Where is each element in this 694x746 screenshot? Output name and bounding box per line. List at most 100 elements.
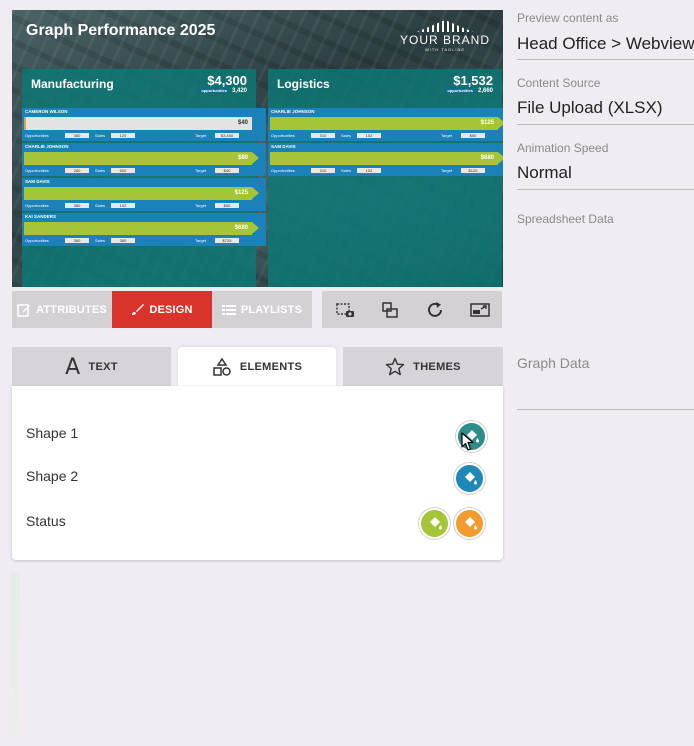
brand-tagline: WITH TAGLINE (424, 47, 466, 52)
animation-speed-label: Animation Speed (517, 141, 609, 155)
opportunities-stat-value: 380 (65, 133, 89, 138)
opportunities-label: opportunities (199, 88, 229, 93)
target-stat-label: Target (195, 168, 207, 173)
tab-text[interactable]: A TEXT (12, 347, 171, 387)
target-stat-label: Target (195, 203, 207, 208)
sales-stat-label: Sales (95, 238, 106, 243)
sales-stat-value: 125 (111, 133, 135, 138)
opportunities-stat-label: Opportunities (25, 133, 49, 138)
target-stat-value: $725 (215, 238, 239, 243)
element-label: Shape 1 (26, 425, 79, 441)
content-source-label: Content Source (517, 76, 601, 90)
person-name: KAI SANDERS (25, 214, 57, 219)
sales-stat-value: 102 (357, 168, 381, 173)
progress-track: $40 (24, 117, 252, 130)
person-name: SAM DAVIS (271, 144, 296, 149)
sales-stat-label: Sales (341, 168, 352, 173)
target-stat-label: Target (195, 238, 207, 243)
opportunities-stat-value: 310 (311, 133, 335, 138)
person-name: CHARLIE JOHNSON (25, 144, 69, 149)
progress-bar (270, 152, 498, 165)
design-label: DESIGN (149, 303, 193, 316)
sales-stat-value: 600 (111, 168, 135, 173)
column-manufacturing: Manufacturing $4,300 opportunities 3,420 … (22, 69, 266, 287)
opportunities-stat-value: 380 (65, 203, 89, 208)
opportunities-stat-value: 310 (311, 168, 335, 173)
row-stats: Opportunities 380 Sales 102 Target $50 (25, 203, 253, 209)
row-stats: Opportunities 310 Sales 102 Target $50 (271, 133, 499, 139)
list-icon (221, 304, 236, 315)
playlists-button[interactable]: PLAYLISTS (212, 291, 312, 328)
sales-stat-value: 102 (111, 203, 135, 208)
resize-button[interactable] (457, 291, 502, 328)
target-stat-label: Target (195, 133, 207, 138)
person-row: CHARLIE JOHNSON $125 Opportunities 310 Sales… (268, 108, 503, 141)
attributes-label: ATTRIBUTES (36, 303, 107, 316)
sales-stat-value: 102 (357, 133, 381, 138)
status-color-button-1[interactable] (419, 508, 450, 539)
shapes-icon (213, 357, 231, 376)
progress-track: $680 (24, 222, 259, 235)
tab-themes[interactable]: THEMES (343, 347, 503, 387)
copy-button[interactable] (367, 291, 412, 328)
attributes-button[interactable]: ATTRIBUTES (12, 291, 112, 328)
person-row: CHARLIE JOHNSON $80 Opportunities 280 Sales 6… (22, 143, 266, 176)
person-name: SAM DAVIS (25, 179, 50, 184)
progress-arrow (252, 152, 259, 164)
playlists-label: PLAYLISTS (240, 303, 303, 316)
element-label: Status (26, 513, 66, 529)
target-stat-value: $40 (215, 168, 239, 173)
column-total: $1,532 (453, 73, 493, 88)
progress-track: $680 (270, 152, 503, 165)
brand-logo: YOUR BRAND WITH TAGLINE (400, 20, 490, 52)
progress-bar (270, 117, 498, 130)
content-source-select[interactable]: File Upload (XLSX) (517, 98, 663, 118)
progress-arrow (252, 222, 259, 234)
graph-data-label: Graph Data (517, 355, 590, 371)
progress-arrow (252, 187, 259, 199)
mouse-cursor-icon (461, 432, 474, 451)
column-opportunities: opportunities 3,420 (199, 88, 247, 94)
progress-track: $80 (24, 152, 259, 165)
row-stats: Opportunities 280 Sales 600 Target $40 (25, 168, 253, 174)
refresh-button[interactable] (412, 291, 457, 328)
content-source-underline (517, 124, 694, 125)
sales-stat-label: Sales (95, 168, 106, 173)
sales-stat-label: Sales (95, 133, 106, 138)
design-button[interactable]: DESIGN (112, 291, 212, 328)
column-header: Logistics $1,532 opportunities 2,660 (268, 70, 502, 97)
person-name: CAMERON WILSON (25, 109, 68, 114)
element-label: Shape 2 (26, 468, 79, 484)
editor-mode-toolbar: ATTRIBUTES DESIGN PLAYLISTS (12, 291, 312, 328)
progress-value: $40 (237, 120, 248, 126)
preview-tools (322, 291, 502, 328)
tab-elements[interactable]: ELEMENTS (178, 347, 336, 387)
opportunities-stat-label: Opportunities (271, 168, 295, 173)
text-icon: A (65, 354, 81, 380)
screenshot-button[interactable] (322, 291, 367, 328)
opportunities-stat-label: Opportunities (25, 203, 49, 208)
edit-icon (17, 303, 31, 317)
status-color-button-2[interactable] (454, 508, 485, 539)
column-total: $4,300 (207, 73, 247, 88)
target-stat-label: Target (441, 133, 453, 138)
preview-as-select[interactable]: Head Office > Webview (517, 34, 694, 54)
target-stat-value: $3,450 (215, 133, 239, 138)
row-stats: Opportunities 380 Sales 125 Target $3,450 (25, 133, 253, 139)
shape-2-color-button[interactable] (454, 463, 485, 494)
animation-speed-select[interactable]: Normal (517, 163, 572, 183)
progress-track: $125 (24, 187, 259, 200)
preview-as-label: Preview content as (517, 11, 619, 25)
animation-speed-underline (517, 189, 694, 190)
target-stat-label: Target (441, 168, 453, 173)
screenshot-icon (335, 302, 354, 317)
person-row: SAM DAVIS $680 Opportunities 310 Sales 102 Tar… (268, 143, 503, 176)
progress-bar (24, 187, 252, 200)
opportunities-stat-label: Opportunities (271, 133, 295, 138)
spreadsheet-data-label: Spreadsheet Data (517, 212, 614, 226)
brand-roof-icon (417, 20, 473, 32)
sales-stat-label: Sales (341, 133, 352, 138)
progress-bar (24, 152, 252, 165)
preview-title: Graph Performance 2025 (26, 22, 216, 39)
sales-stat-value: 380 (111, 238, 135, 243)
